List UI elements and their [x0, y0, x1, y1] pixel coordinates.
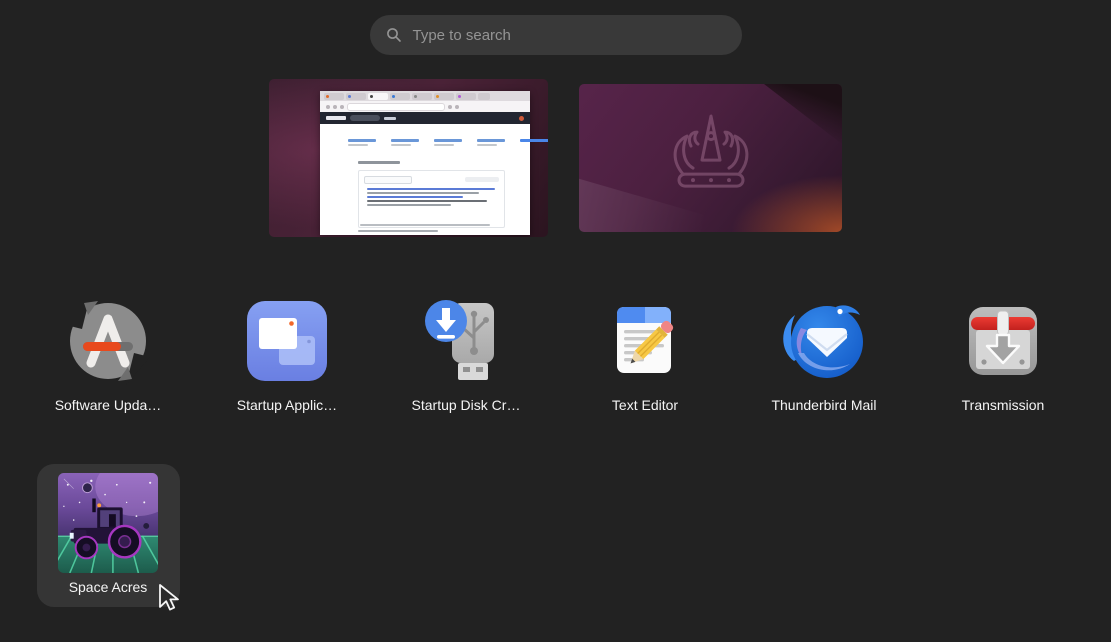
- space-acres-icon: [58, 473, 158, 573]
- app-software-updater[interactable]: Software Upda…: [19, 293, 198, 413]
- search-icon: [386, 27, 402, 43]
- workspace-thumbnail-1[interactable]: [269, 79, 548, 237]
- ubuntu-crown-icon: [651, 108, 771, 204]
- app-space-acres[interactable]: Space Acres: [37, 464, 180, 607]
- app-transmission[interactable]: Transmission: [914, 293, 1093, 413]
- app-grid-row-1: Software Upda…: [19, 293, 1093, 413]
- app-grid-row-2: Space Acres: [19, 464, 1093, 607]
- site-content: [320, 124, 530, 235]
- search-input[interactable]: Type to search: [370, 15, 742, 55]
- app-thunderbird-mail[interactable]: Thunderbird Mail: [735, 293, 914, 413]
- search-placeholder: Type to search: [413, 27, 511, 44]
- startup-applications-icon: [239, 293, 335, 389]
- app-label: Startup Applic…: [237, 397, 337, 413]
- software-updater-icon: [60, 293, 156, 389]
- thunderbird-mail-icon: [776, 293, 872, 389]
- site-header: [320, 112, 530, 124]
- workspace-thumbnail-2[interactable]: [579, 84, 842, 232]
- app-text-editor[interactable]: Text Editor: [556, 293, 735, 413]
- browser-nav-bar: [320, 101, 530, 112]
- browser-window-thumbnail: [320, 91, 530, 235]
- app-startup-applications[interactable]: Startup Applic…: [198, 293, 377, 413]
- app-label: Space Acres: [69, 579, 148, 595]
- transmission-icon: [955, 293, 1051, 389]
- app-label: Thunderbird Mail: [771, 397, 876, 413]
- browser-tab-bar: [320, 91, 530, 101]
- app-label: Startup Disk Cr…: [412, 397, 521, 413]
- text-editor-icon: [597, 293, 693, 389]
- app-label: Transmission: [962, 397, 1045, 413]
- app-startup-disk-creator[interactable]: Startup Disk Cr…: [377, 293, 556, 413]
- workspace-switcher: [0, 79, 1111, 237]
- app-label: Software Upda…: [55, 397, 162, 413]
- startup-disk-creator-icon: [418, 293, 514, 389]
- search-row: Type to search: [0, 15, 1111, 55]
- app-label: Text Editor: [612, 397, 678, 413]
- app-grid: Software Upda…: [19, 293, 1093, 607]
